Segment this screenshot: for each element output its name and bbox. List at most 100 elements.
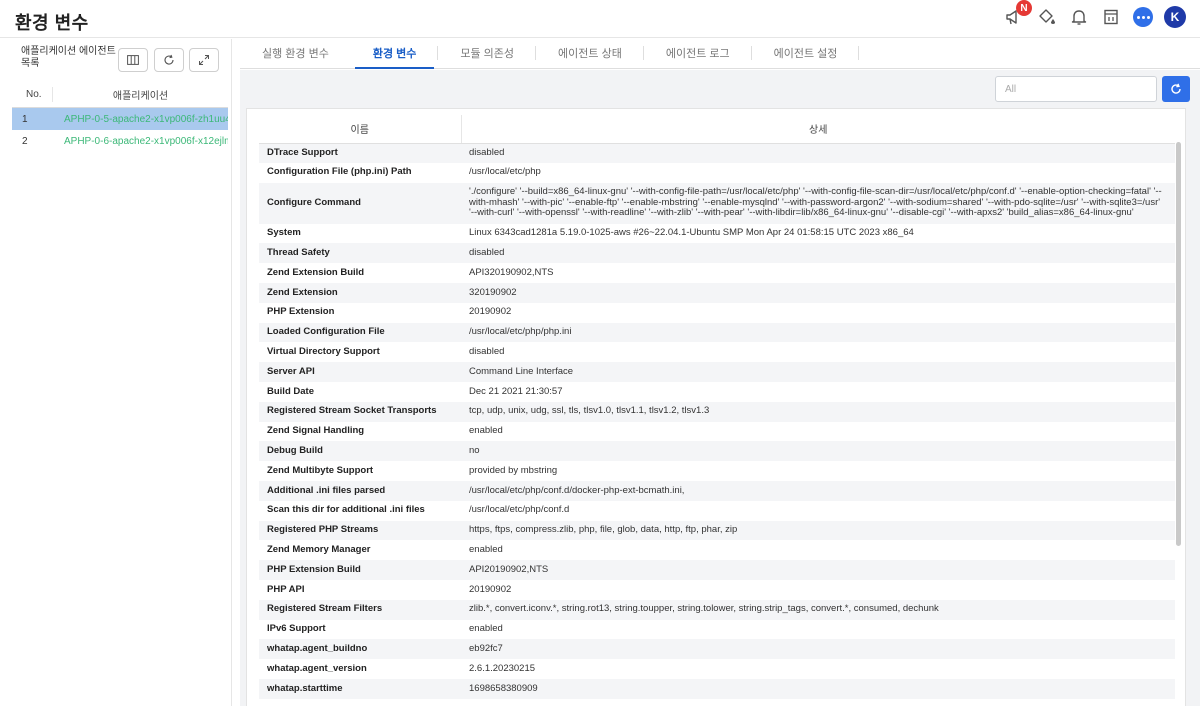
column-no: No.: [26, 89, 42, 100]
chat-icon[interactable]: [1132, 6, 1154, 28]
env-key: Zend Extension Build: [267, 266, 365, 278]
env-value: API320190902,NTS: [469, 266, 554, 278]
env-value: 1698658380909: [461, 678, 1175, 699]
env-key: DTrace Support: [259, 143, 461, 163]
table-row: Zend Memory Manager enabled: [259, 540, 1175, 560]
env-key: Debug Build: [259, 441, 461, 462]
expand-button[interactable]: [189, 48, 219, 72]
env-table-header: 이름 상세: [259, 115, 1175, 144]
column-settings-button[interactable]: [118, 48, 148, 72]
env-key: Configure Command: [259, 182, 461, 224]
env-value: enabled: [469, 425, 503, 437]
env-key: Zend Multibyte Support: [267, 464, 374, 476]
tab-bar: 실행 환경 변수 환경 변수 모듈 의존성 에이전트 상태 에이전트 로그 에이…: [240, 39, 1200, 69]
columns-icon: [127, 55, 139, 65]
env-value: API20190902,NTS: [461, 560, 1175, 580]
table-row: Configure Command './configure' '--build=…: [259, 182, 1175, 224]
env-value: https, ftps, compress.zlib, php, file, g…: [461, 520, 1175, 541]
table-row: IPv6 Support enabled: [259, 620, 1175, 640]
env-value: './configure' '--build=x86_64-linux-gnu'…: [461, 182, 1175, 224]
table-row: Additional .ini files parsed/usr/local/e…: [259, 480, 1175, 501]
env-value: enabled: [469, 543, 503, 555]
env-value: /usr/local/etc/php/conf.d/docker-php-ext…: [461, 480, 1175, 501]
table-row: Debug Build no: [259, 441, 1175, 462]
table-row: System Linux 6343cad1281a 5.19.0-1025-aws…: [259, 224, 1175, 244]
table-row: Scan this dir for additional .ini files /…: [259, 501, 1175, 521]
env-value: 20190902: [469, 306, 512, 318]
env-table: 이름 상세 DTrace Support disabled Configuratio…: [259, 115, 1175, 699]
env-value: /usr/local/etc/php/php.ini: [461, 322, 1175, 343]
table-row: whatap.agent_buildno eb92fc7: [259, 639, 1175, 660]
env-value: disabled: [461, 143, 1175, 163]
tab-agent-status[interactable]: 에이전트 상태: [536, 38, 644, 68]
table-row: Zend Signal Handling enabled: [259, 422, 1175, 442]
env-value: Dec 21 2021 21:30:57: [469, 385, 563, 397]
application-row[interactable]: 2 APHP-0-6-apache2-x1vp006f-x12ejlm: [12, 130, 228, 152]
env-value: /usr/local/etc/php/conf.d: [469, 504, 570, 516]
env-value: Command Line Interface: [461, 362, 1175, 382]
table-row: Configuration File (php.ini) Path/usr/lo…: [259, 163, 1175, 183]
env-key: Registered Stream Filters: [259, 599, 461, 620]
notification-badge: N: [1016, 0, 1032, 16]
env-key: whatap.agent_version: [267, 662, 367, 674]
column-name[interactable]: 이름: [259, 115, 462, 144]
env-key: PHP Extension Build: [259, 560, 461, 580]
refresh-list-button[interactable]: [154, 48, 184, 72]
env-key: IPv6 Support: [267, 623, 326, 635]
search-input[interactable]: [995, 76, 1157, 102]
table-row: Registered PHP Streams https, ftps, compr…: [259, 520, 1175, 541]
refresh-button[interactable]: [1162, 76, 1190, 102]
table-row: Zend Extension 320190902: [259, 282, 1175, 303]
application-row[interactable]: 1 APHP-0-5-apache2-x1vp006f-zh1uu4l: [12, 108, 228, 130]
agent-list-title: 애플리케이션 에이전트 목록: [21, 46, 116, 69]
env-key: Thread Safety: [259, 243, 461, 264]
env-key: Registered PHP Streams: [259, 520, 461, 541]
env-value: 2.6.1.20230215: [469, 662, 536, 674]
env-key: Scan this dir for additional .ini files: [267, 504, 425, 516]
env-value: Linux 6343cad1281a 5.19.0-1025-aws #26~2…: [469, 227, 914, 239]
env-value: 320190902: [461, 282, 1175, 303]
table-row: PHP Extension Build API20190902,NTS: [259, 560, 1175, 580]
application-no: 1: [22, 113, 28, 125]
env-key: whatap.agent_buildno: [259, 639, 461, 660]
application-name: APHP-0-5-apache2-x1vp006f-zh1uu4l: [64, 113, 228, 125]
env-value: no: [461, 441, 1175, 462]
application-name: APHP-0-6-apache2-x1vp006f-x12ejlm: [64, 135, 228, 147]
expand-icon: [199, 55, 209, 65]
env-value: provided by mbstring: [469, 464, 558, 476]
tab-runtime-env[interactable]: 실행 환경 변수: [240, 38, 351, 68]
table-row: Registered Stream Socket Transports tcp, …: [259, 401, 1175, 422]
document-icon[interactable]: [1100, 6, 1122, 28]
env-value: zlib.*, convert.iconv.*, string.rot13, s…: [461, 599, 1175, 620]
bell-icon[interactable]: [1068, 6, 1090, 28]
tab-agent-log[interactable]: 에이전트 로그: [644, 38, 752, 68]
column-application: 애플리케이션: [52, 87, 228, 102]
table-row: PHP Extension 20190902: [259, 303, 1175, 323]
announcement-icon[interactable]: N: [1004, 0, 1032, 28]
table-scrollbar[interactable]: [1176, 142, 1181, 546]
agent-list-panel: 애플리케이션 에이전트 목록 No. 애플리케이션 1 APHP-0-5-apa…: [0, 39, 232, 706]
application-no: 2: [22, 135, 28, 147]
table-row: Server API Command Line Interface: [259, 362, 1175, 382]
env-key: Build Date: [267, 385, 314, 397]
application-table: No. 애플리케이션 1 APHP-0-5-apache2-x1vp006f-z…: [12, 82, 228, 152]
env-key: System: [267, 227, 301, 239]
env-key: Registered Stream Socket Transports: [259, 401, 461, 422]
avatar[interactable]: K: [1164, 6, 1186, 28]
table-row: Virtual Directory Support disabled: [259, 342, 1175, 362]
tab-module-deps[interactable]: 모듈 의존성: [438, 38, 536, 68]
env-value: disabled: [469, 346, 505, 358]
application-table-header: No. 애플리케이션: [12, 82, 228, 108]
table-row: Build Date Dec 21 2021 21:30:57: [259, 382, 1175, 402]
env-value: /usr/local/etc/php: [469, 166, 541, 178]
tab-env-vars[interactable]: 환경 변수: [351, 38, 439, 69]
tab-agent-settings[interactable]: 에이전트 설정: [752, 38, 860, 68]
env-key: Server API: [259, 362, 461, 382]
env-table-body: DTrace Support disabled Configuration File…: [259, 143, 1175, 699]
table-row: PHP API 20190902: [259, 580, 1175, 600]
table-row: whatap.starttime 1698658380909: [259, 678, 1175, 699]
column-detail[interactable]: 상세: [461, 115, 1175, 144]
paint-bucket-icon[interactable]: [1036, 6, 1058, 28]
env-value: 20190902: [469, 583, 512, 595]
header-icons: N K: [1004, 0, 1186, 28]
